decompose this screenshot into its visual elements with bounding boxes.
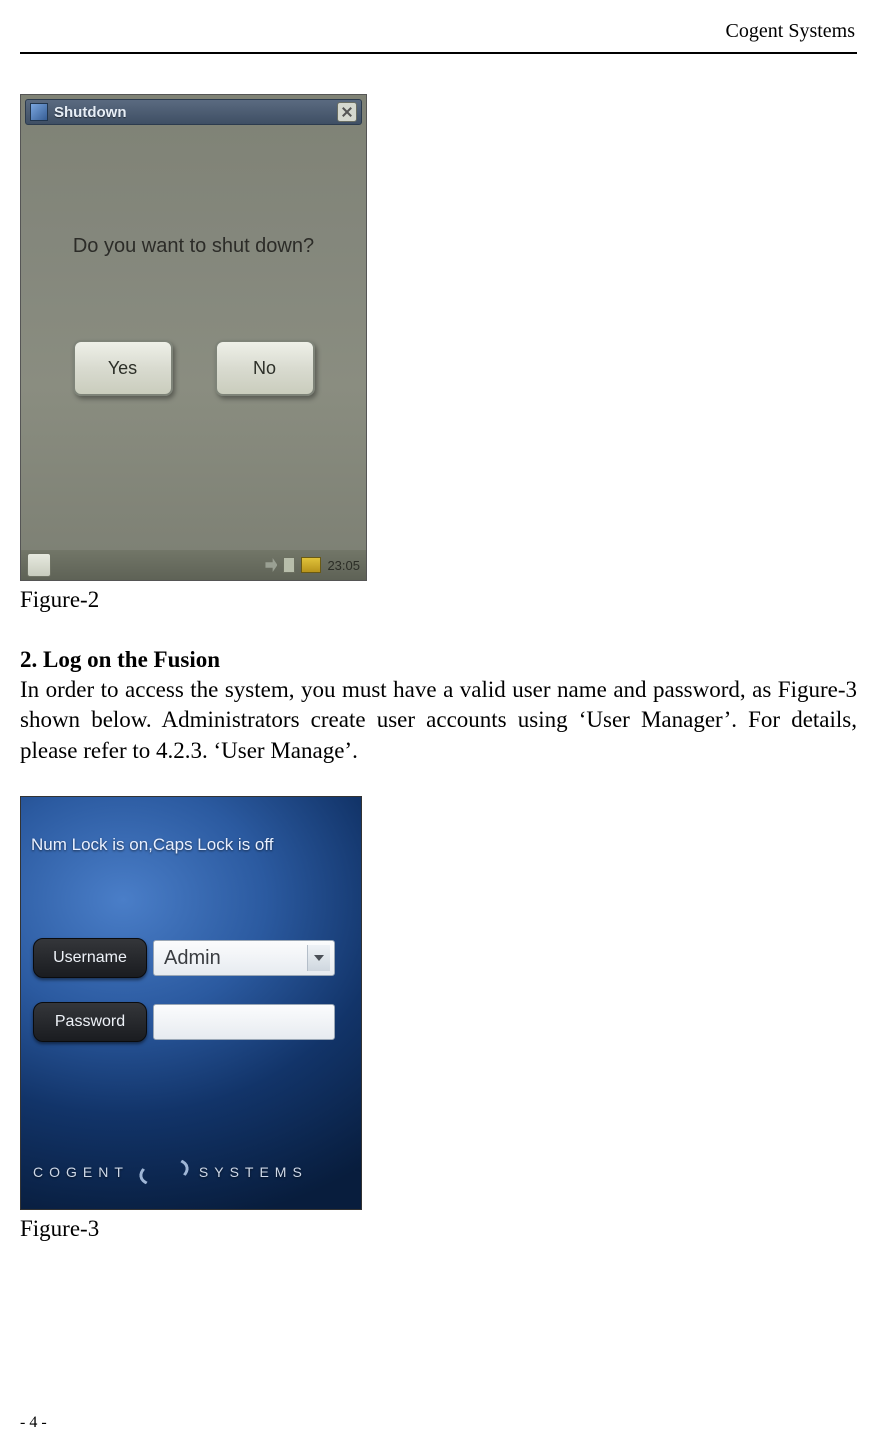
tray-icon[interactable] xyxy=(283,557,295,573)
start-button[interactable] xyxy=(27,553,51,577)
lock-status-text: Num Lock is on,Caps Lock is off xyxy=(31,835,351,855)
password-row: Password xyxy=(33,1001,335,1043)
brand-bar: COGENT SYSTEMS xyxy=(21,1151,361,1193)
figure-3-screenshot: Num Lock is on,Caps Lock is off Username… xyxy=(20,796,362,1210)
brand-logo-icon xyxy=(139,1159,189,1185)
system-tray: 23:05 xyxy=(265,557,360,573)
brand-right: SYSTEMS xyxy=(199,1164,308,1180)
page-number: - 4 - xyxy=(20,1414,47,1432)
yes-button[interactable]: Yes xyxy=(73,340,173,396)
section-heading: 2. Log on the Fusion xyxy=(20,647,857,675)
clock-text: 23:05 xyxy=(327,558,360,573)
username-label: Username xyxy=(33,938,147,978)
shutdown-icon xyxy=(30,103,48,121)
username-field[interactable]: Admin xyxy=(153,940,335,976)
page-header-org: Cogent Systems xyxy=(20,20,857,46)
username-row: Username Admin xyxy=(33,937,335,979)
shutdown-dialog-title: Shutdown xyxy=(54,104,337,121)
shutdown-dialog-titlebar: Shutdown xyxy=(25,99,362,125)
figure-2-caption: Figure-2 xyxy=(20,581,857,613)
figure-2-screenshot: Shutdown Do you want to shut down? Yes N… xyxy=(20,94,367,581)
password-label: Password xyxy=(33,1002,147,1042)
taskbar: 23:05 xyxy=(21,550,366,580)
section-paragraph: In order to access the system, you must … xyxy=(20,675,857,766)
volume-icon[interactable] xyxy=(265,558,277,572)
password-field[interactable] xyxy=(153,1004,335,1040)
username-value: Admin xyxy=(164,947,221,970)
brand-left: COGENT xyxy=(33,1164,129,1180)
close-icon[interactable] xyxy=(337,102,357,122)
username-dropdown-button[interactable] xyxy=(307,945,330,971)
no-button[interactable]: No xyxy=(215,340,315,396)
shutdown-prompt-text: Do you want to shut down? xyxy=(21,235,366,258)
battery-icon[interactable] xyxy=(301,557,321,573)
figure-3-caption: Figure-3 xyxy=(20,1210,857,1242)
